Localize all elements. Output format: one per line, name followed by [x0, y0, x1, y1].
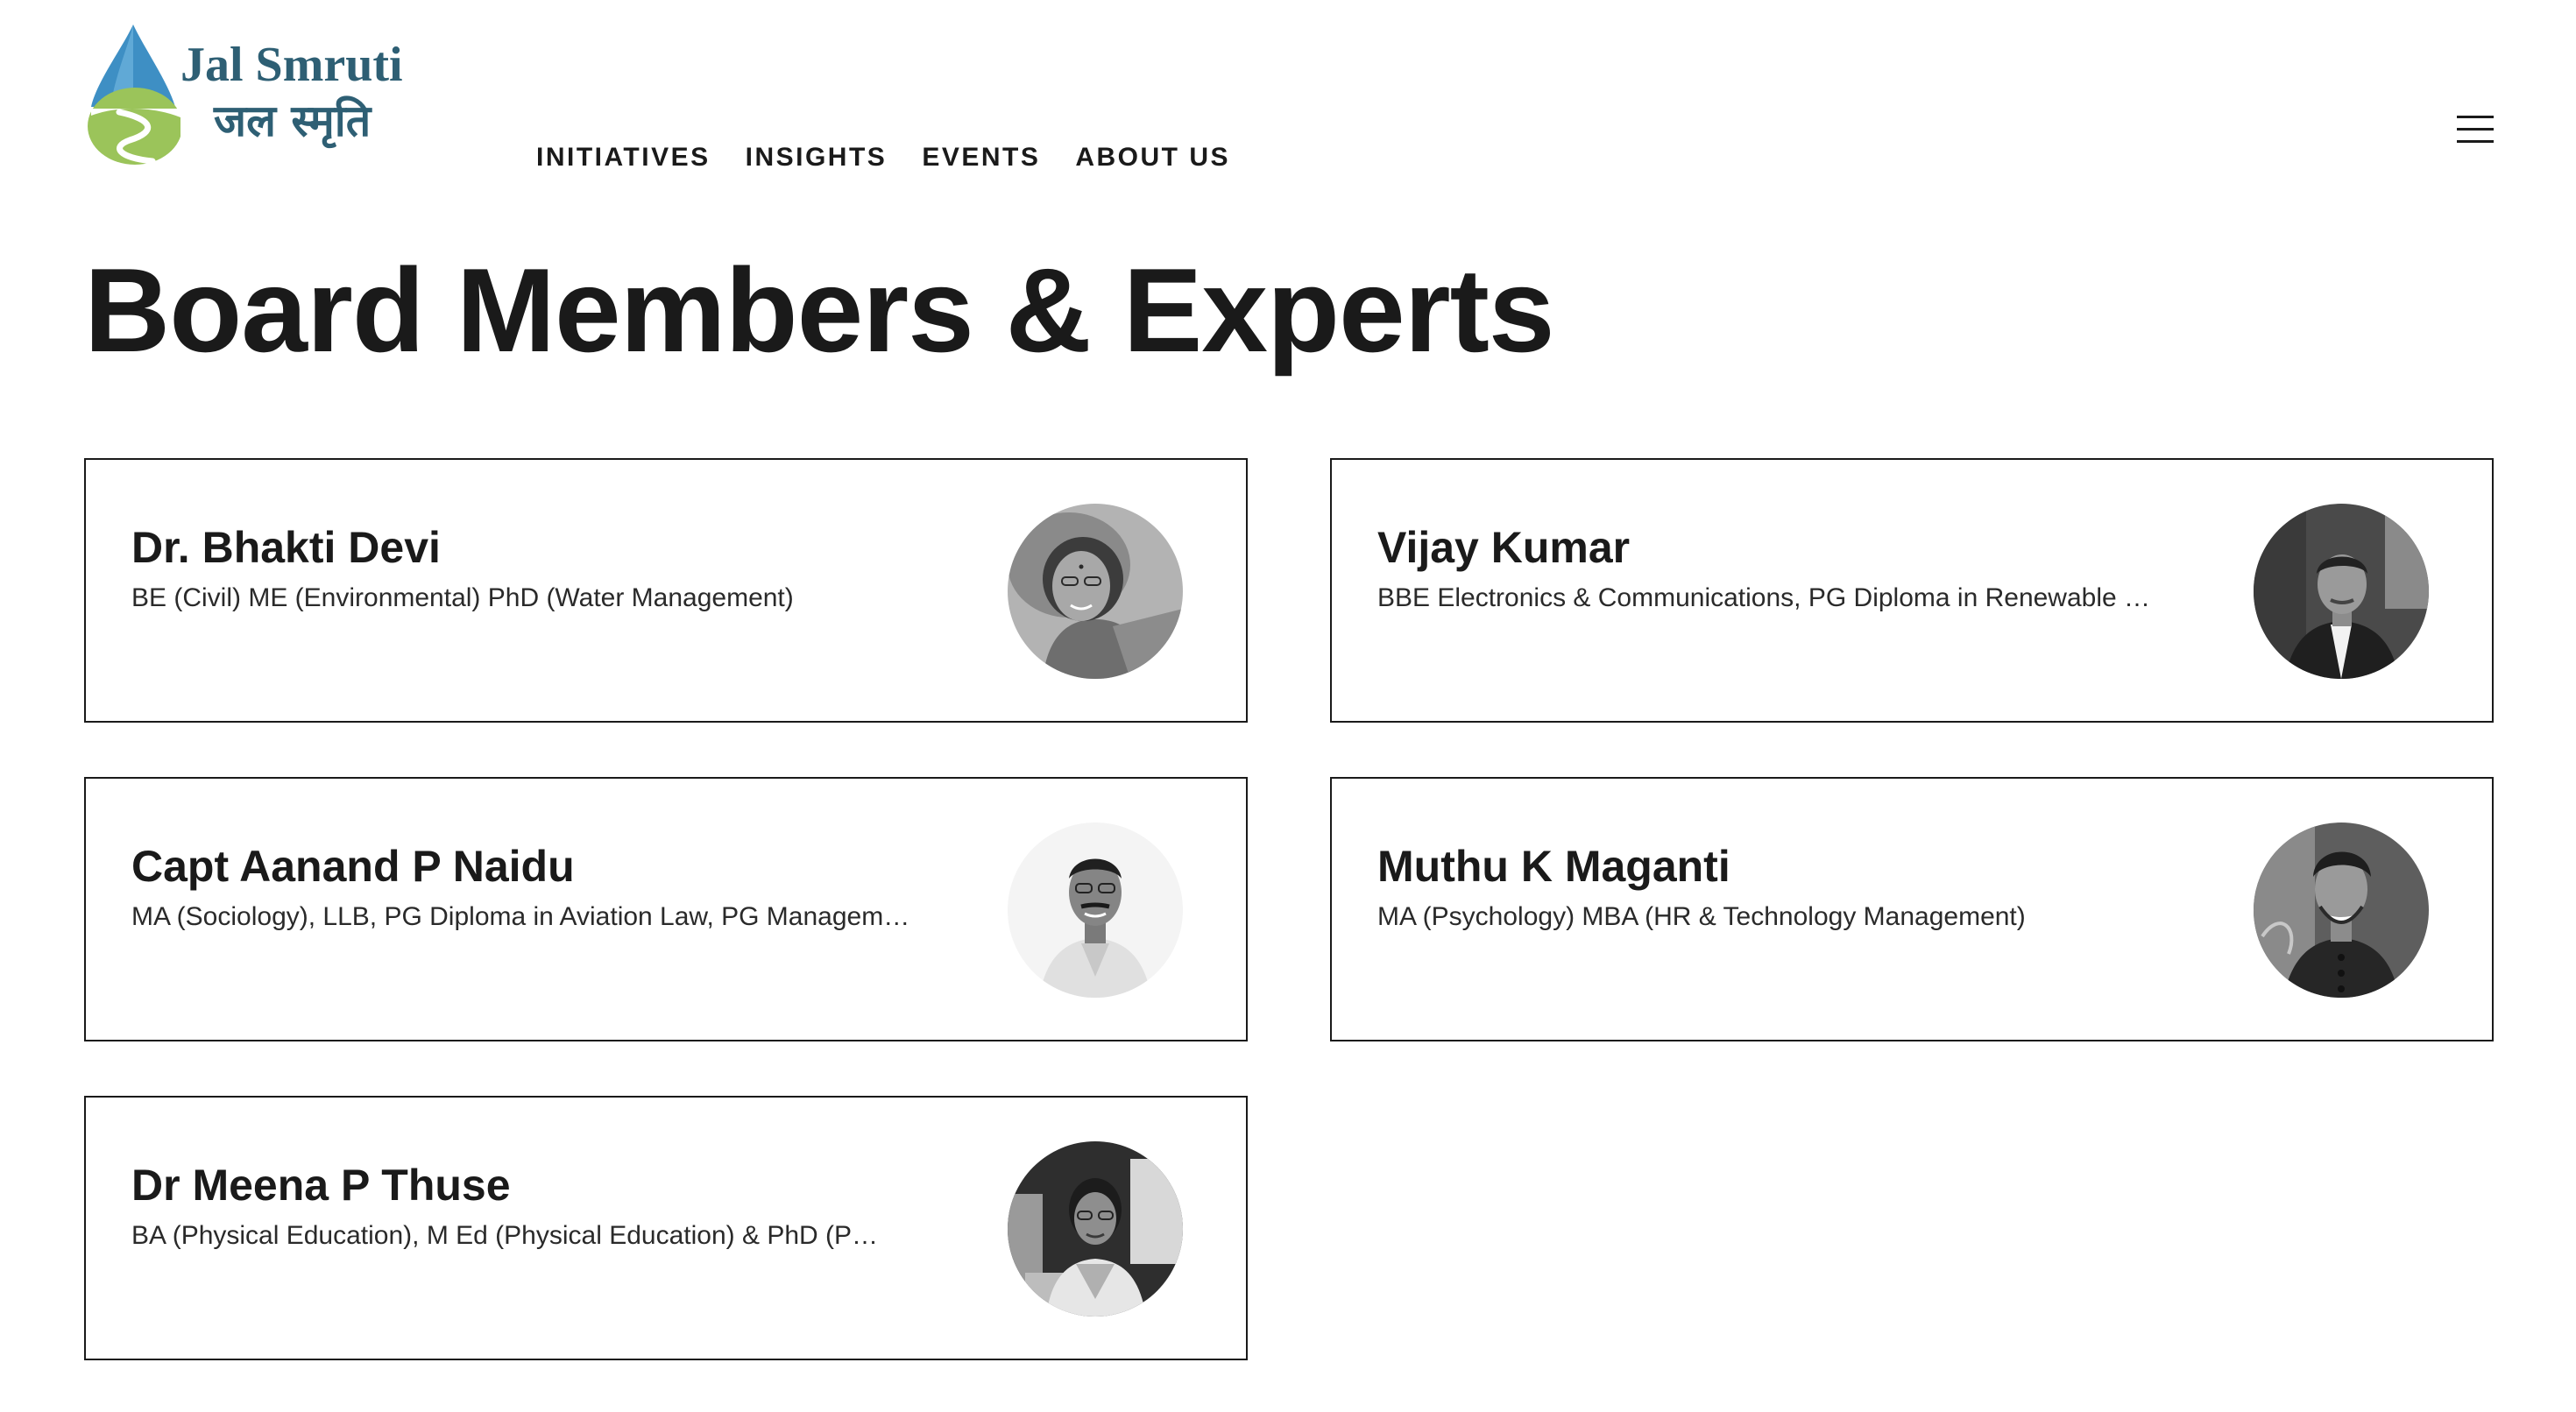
hamburger-menu-icon[interactable] — [2457, 112, 2495, 147]
water-drop-hill-icon — [88, 25, 180, 165]
member-photo — [1008, 822, 1183, 998]
member-qualifications: MA (Psychology) MBA (HR & Technology Man… — [1377, 902, 2026, 931]
brand-name-english: Jal Smruti — [180, 38, 403, 92]
nav-item-initiatives[interactable]: INITIATIVES — [536, 140, 711, 175]
member-card[interactable]: Vijay Kumar BBE Electronics & Communicat… — [1330, 458, 2494, 723]
nav-item-insights[interactable]: INSIGHTS — [746, 140, 888, 175]
member-card[interactable]: Dr Meena P Thuse BA (Physical Education)… — [84, 1096, 1248, 1360]
member-card[interactable]: Muthu K Maganti MA (Psychology) MBA (HR … — [1330, 777, 2494, 1041]
site-logo[interactable]: Jal Smruti जल स्मृति — [84, 21, 435, 172]
page-title: Board Members & Experts — [84, 244, 1555, 377]
member-name: Muthu K Maganti — [1377, 842, 1730, 891]
member-qualifications: MA (Sociology), LLB, PG Diploma in Aviat… — [131, 902, 910, 931]
member-name: Vijay Kumar — [1377, 523, 1631, 572]
member-photo — [1008, 1141, 1183, 1317]
member-qualifications: BA (Physical Education), M Ed (Physical … — [131, 1221, 879, 1250]
member-qualifications: BE (Civil) ME (Environmental) PhD (Water… — [131, 583, 794, 612]
member-name: Dr. Bhakti Devi — [131, 523, 441, 572]
member-name: Capt Aanand P Naidu — [131, 842, 575, 891]
brand-name-hindi: जल स्मृति — [214, 95, 372, 146]
member-card[interactable]: Dr. Bhakti Devi BE (Civil) ME (Environme… — [84, 458, 1248, 723]
nav-item-about-us[interactable]: ABOUT US — [1075, 140, 1230, 175]
member-qualifications: BBE Electronics & Communications, PG Dip… — [1377, 583, 2166, 612]
main-navigation: INITIATIVES INSIGHTS EVENTS ABOUT US — [536, 140, 1230, 175]
member-card[interactable]: Capt Aanand P Naidu MA (Sociology), LLB,… — [84, 777, 1248, 1041]
member-photo — [2254, 504, 2429, 679]
member-photo — [2254, 822, 2429, 998]
member-photo — [1008, 504, 1183, 679]
nav-item-events[interactable]: EVENTS — [922, 140, 1040, 175]
member-name: Dr Meena P Thuse — [131, 1161, 511, 1210]
